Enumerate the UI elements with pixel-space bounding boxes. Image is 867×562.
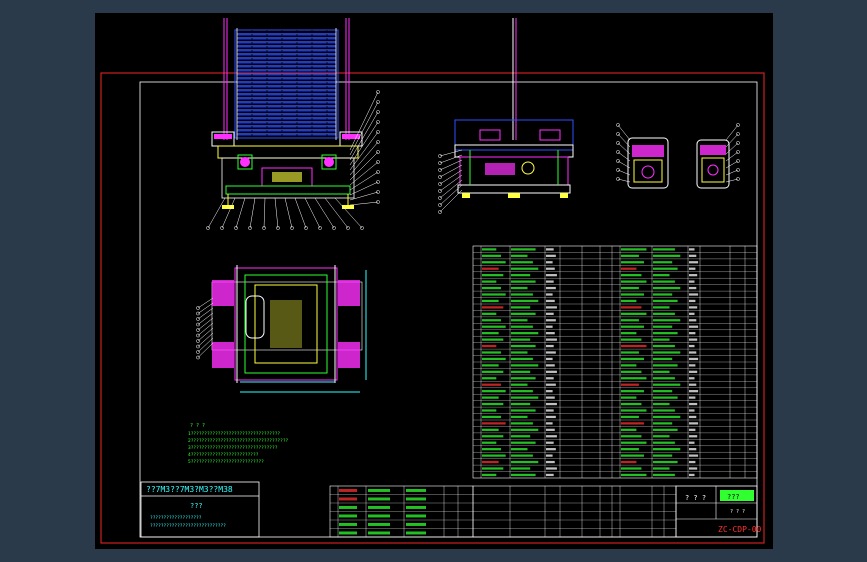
cad-drawing-canvas: ? ? ? 1?????????????????????????????????… <box>95 13 773 549</box>
notes-line-3: 3???????????????????????????????? <box>188 445 278 451</box>
info-box-header: ??7M3??7M3?M3??M38 <box>146 485 233 494</box>
title-block-subtitle: ? ? ? <box>730 509 745 515</box>
notes-line-4: 4????????????????????????? <box>188 452 259 458</box>
drawing-number: ZC-CDP-00 <box>718 525 762 534</box>
notes-line-5: 5??????????????????????????? <box>188 459 264 465</box>
title-block-title: ? ? ? <box>685 494 706 502</box>
info-box-line-1: ??????????????????? <box>150 515 202 521</box>
notes-line-1: 1????????????????????????????????? <box>188 431 280 437</box>
company-logo-text: ??? <box>727 493 740 501</box>
info-box-line-2: ???????????????????????????? <box>150 523 226 529</box>
notes-line-2: 2???????????????????????????????????? <box>188 438 289 444</box>
notes-title: ? ? ? <box>190 423 205 429</box>
info-box-title: ??? <box>190 502 203 510</box>
